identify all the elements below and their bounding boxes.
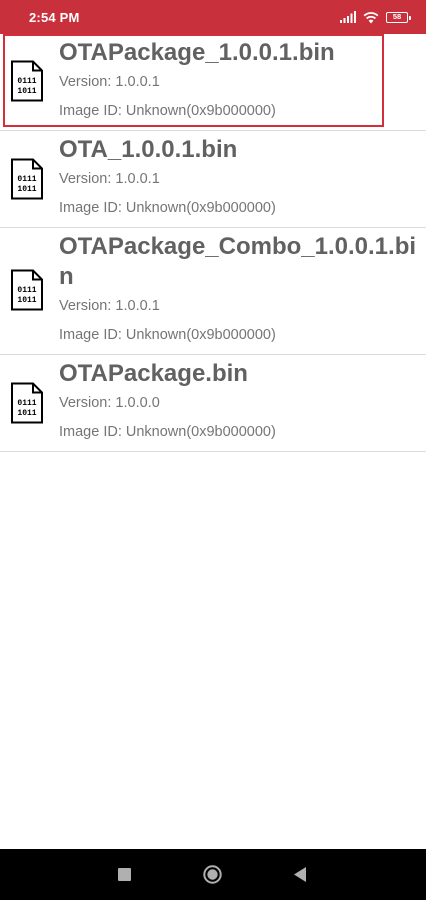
file-item-ota-1-0-0-1[interactable]: 0111 1011 OTA_1.0.0.1.bin Version: 1.0.0… [0,131,426,228]
screen: 2:54 PM 58 0111 1011 OTAPackage_1.0.0.1.… [0,0,426,900]
icon-text-line2: 1011 [17,185,36,194]
file-item-otapackage-1-0-0-1[interactable]: 0111 1011 OTAPackage_1.0.0.1.bin Version… [0,34,426,131]
icon-text-line1: 0111 [17,175,36,184]
file-text: OTAPackage_Combo_1.0.0.1.bin Version: 1.… [0,228,426,350]
file-text: OTAPackage.bin Version: 1.0.0.0 Image ID… [0,355,426,447]
file-image-id: Image ID: Unknown(0x9b000000) [59,424,276,440]
navigation-bar [0,849,426,900]
status-time: 2:54 PM [29,10,80,25]
file-item-otapackage-combo-1-0-0-1[interactable]: 0111 1011 OTAPackage_Combo_1.0.0.1.bin V… [0,228,426,355]
file-version: Version: 1.0.0.0 [59,395,160,411]
file-text: OTA_1.0.0.1.bin Version: 1.0.0.1 Image I… [0,131,426,223]
recents-button[interactable] [118,868,131,881]
back-triangle-icon [294,867,306,882]
icon-text-line2: 1011 [17,87,36,96]
status-bar: 2:54 PM 58 [0,0,426,34]
file-item-otapackage[interactable]: 0111 1011 OTAPackage.bin Version: 1.0.0.… [0,355,426,452]
file-version: Version: 1.0.0.1 [59,74,160,90]
binary-file-icon: 0111 1011 [10,158,44,200]
icon-text-line1: 0111 [17,399,36,408]
icon-text-line2: 1011 [17,296,36,305]
file-image-id: Image ID: Unknown(0x9b000000) [59,200,276,216]
home-circle-icon [203,865,222,884]
file-version: Version: 1.0.0.1 [59,171,160,187]
binary-file-icon: 0111 1011 [10,60,44,102]
file-list: 0111 1011 OTAPackage_1.0.0.1.bin Version… [0,34,426,452]
icon-text-line2: 1011 [17,409,36,418]
file-name: OTA_1.0.0.1.bin [59,136,238,163]
icon-text-line1: 0111 [17,77,36,86]
back-button[interactable] [293,866,307,883]
binary-file-icon: 0111 1011 [10,269,44,311]
signal-icon [340,11,356,23]
binary-file-icon: 0111 1011 [10,382,44,424]
file-text: OTAPackage_1.0.0.1.bin Version: 1.0.0.1 … [0,34,426,126]
battery-icon: 58 [386,11,411,23]
icon-text-line1: 0111 [17,286,36,295]
file-image-id: Image ID: Unknown(0x9b000000) [59,327,276,343]
battery-level: 58 [392,12,402,22]
status-icons: 58 [340,9,411,25]
file-name: OTAPackage_1.0.0.1.bin [59,39,335,66]
file-image-id: Image ID: Unknown(0x9b000000) [59,103,276,119]
home-button[interactable] [203,865,222,884]
wifi-icon [363,11,379,23]
file-version: Version: 1.0.0.1 [59,298,160,314]
file-name: OTAPackage.bin [59,360,248,387]
file-name: OTAPackage_Combo_1.0.0.1.bin [59,233,417,290]
